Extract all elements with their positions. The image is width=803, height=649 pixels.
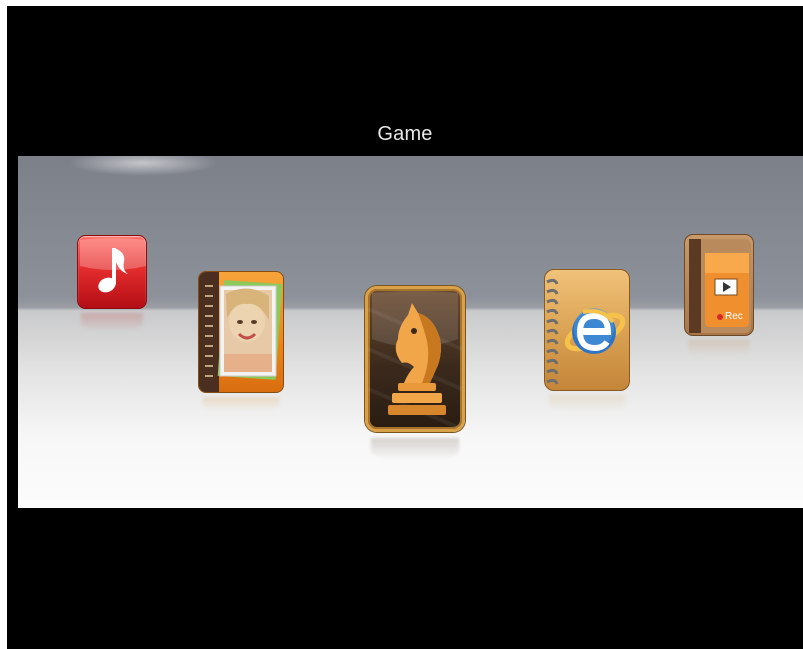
photo-album-icon	[198, 271, 284, 393]
music-app[interactable]	[77, 235, 147, 338]
video-recorder-app[interactable]: Rec	[684, 234, 754, 364]
chess-game-app[interactable]	[365, 286, 465, 466]
tv-screen: Game Rec	[7, 6, 803, 649]
chess-knight-icon	[365, 286, 465, 432]
app-carousel: Rec	[18, 156, 803, 508]
menu-title: Game	[377, 123, 433, 145]
browser-e-icon	[544, 269, 630, 391]
video-record-icon: Rec	[684, 234, 754, 336]
music-note-icon	[77, 235, 147, 309]
rec-label: Rec	[725, 311, 743, 322]
photo-album-app[interactable]	[198, 271, 284, 411]
browser-app[interactable]	[544, 269, 630, 419]
